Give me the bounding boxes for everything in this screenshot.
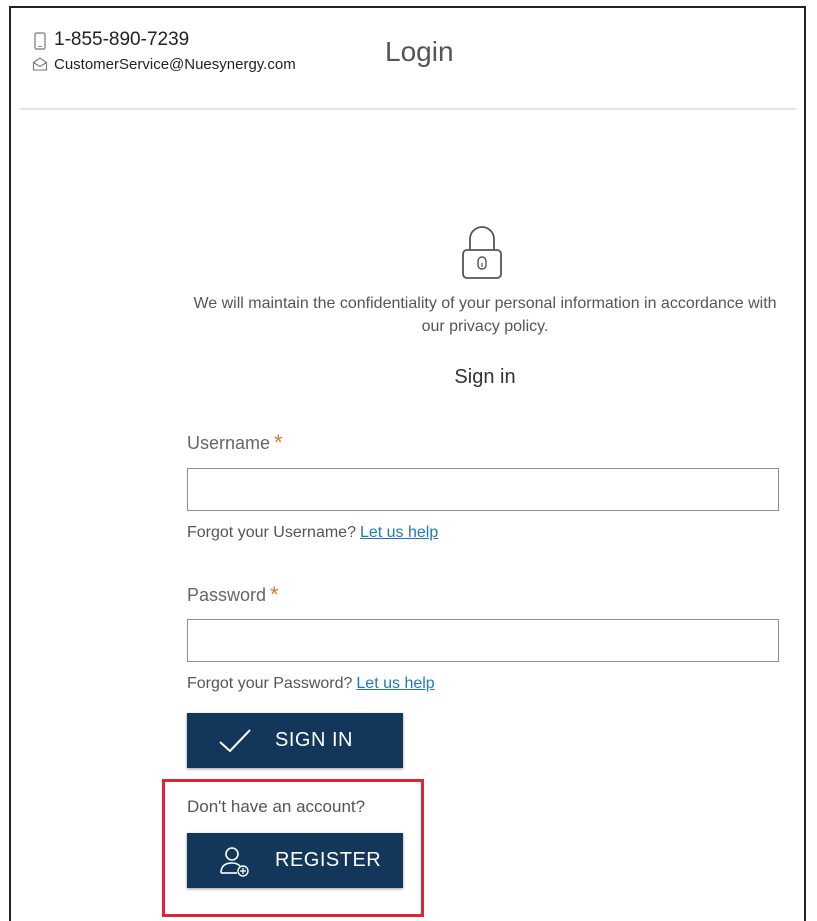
- envelope-icon: [32, 56, 48, 72]
- email-address[interactable]: CustomerService@Nuesynergy.com: [54, 56, 296, 73]
- username-input[interactable]: [187, 468, 779, 511]
- forgot-username-text: Forgot your Username?: [187, 524, 356, 541]
- register-prompt: Don't have an account?: [187, 797, 366, 816]
- password-input[interactable]: [187, 619, 779, 662]
- password-label-text: Password: [187, 585, 267, 605]
- phone-icon: [32, 32, 48, 50]
- sign-in-button[interactable]: SIGN IN: [187, 713, 403, 768]
- privacy-notice: We will maintain the confidentiality of …: [193, 295, 777, 335]
- contact-info: 1-855-890-7239 CustomerService@Nuesynerg…: [32, 28, 296, 76]
- register-button-label: REGISTER: [275, 849, 382, 871]
- phone-row: 1-855-890-7239: [32, 28, 296, 52]
- page-title: Login: [385, 36, 454, 67]
- register-button[interactable]: REGISTER: [187, 833, 403, 888]
- forgot-password-link[interactable]: Let us help: [356, 675, 434, 692]
- username-label-text: Username: [187, 433, 271, 453]
- email-row: CustomerService@Nuesynergy.com: [32, 52, 296, 76]
- phone-number[interactable]: 1-855-890-7239: [54, 29, 189, 51]
- forgot-password: Forgot your Password? Let us help: [187, 675, 435, 693]
- page-header: 1-855-890-7239 CustomerService@Nuesynerg…: [20, 16, 796, 110]
- required-asterisk: *: [274, 430, 283, 455]
- username-label: Username *: [187, 430, 283, 459]
- forgot-password-text: Forgot your Password?: [187, 675, 353, 692]
- add-user-icon: [215, 845, 255, 877]
- forgot-username-link[interactable]: Let us help: [360, 524, 438, 541]
- required-asterisk: *: [270, 582, 279, 607]
- sign-in-heading: Sign in: [454, 366, 516, 388]
- forgot-username: Forgot your Username? Let us help: [187, 524, 438, 542]
- checkmark-icon: [215, 725, 255, 757]
- lock-icon: [460, 222, 504, 282]
- window-frame: [9, 6, 806, 921]
- sign-in-button-label: SIGN IN: [275, 729, 353, 751]
- password-label: Password *: [187, 582, 279, 611]
